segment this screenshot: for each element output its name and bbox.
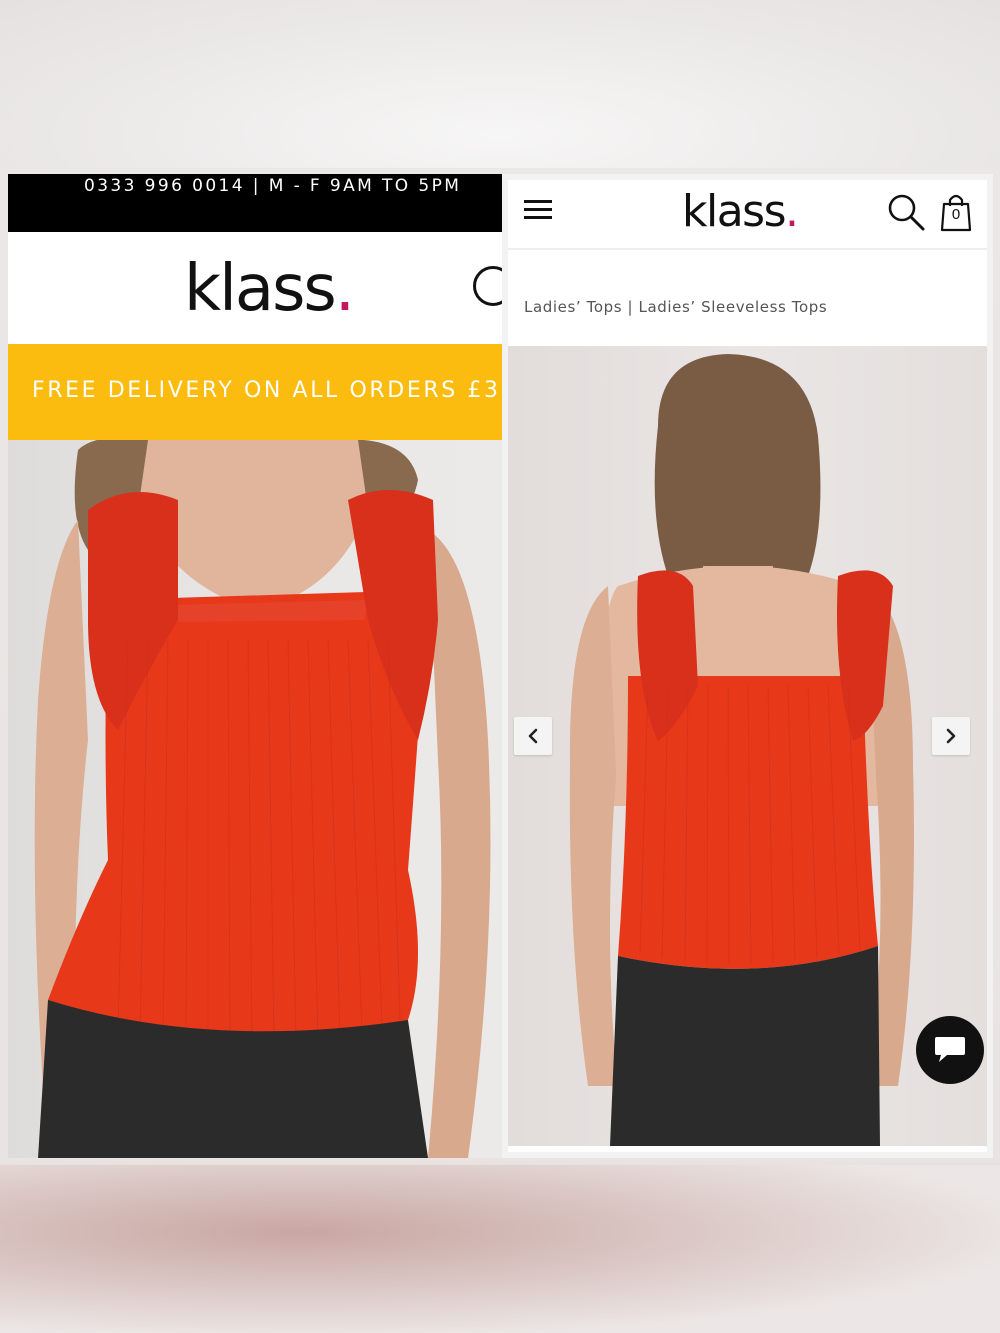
bag-icon[interactable]: 0 [940,192,972,232]
mobile-header: klass. 0 [508,180,987,250]
backdrop-bottom [0,1165,1000,1333]
promo-text: FREE DELIVERY ON ALL ORDERS £30+ [32,378,539,403]
breadcrumb-bar: Ladies’ Tops | Ladies’ Sleeveless Tops [508,252,987,344]
chat-icon[interactable] [916,1016,984,1084]
hamburger-icon[interactable] [524,200,552,222]
chevron-left-icon[interactable] [514,717,552,755]
breadcrumb[interactable]: Ladies’ Tops | Ladies’ Sleeveless Tops [524,298,827,316]
bag-count: 0 [951,206,961,223]
logo-dot: . [334,252,355,326]
logo-text: klass [184,252,337,326]
klass-logo[interactable]: klass. [184,252,355,326]
backdrop-top [0,0,1000,168]
bottom-strip [508,1146,987,1152]
right-screenshot: klass. 0 Ladies’ Tops | Ladies’ Sleevele… [502,174,993,1158]
search-icon[interactable] [886,192,926,232]
chevron-right-icon[interactable] [932,717,970,755]
product-image-back[interactable] [508,346,987,1146]
klass-logo[interactable]: klass. [682,186,799,237]
model-back-illustration [569,354,914,1146]
contact-text: 0333 996 0014 | M - F 9AM TO 5PM [84,176,462,196]
logo-dot: . [785,186,799,237]
logo-text: klass [682,186,787,237]
